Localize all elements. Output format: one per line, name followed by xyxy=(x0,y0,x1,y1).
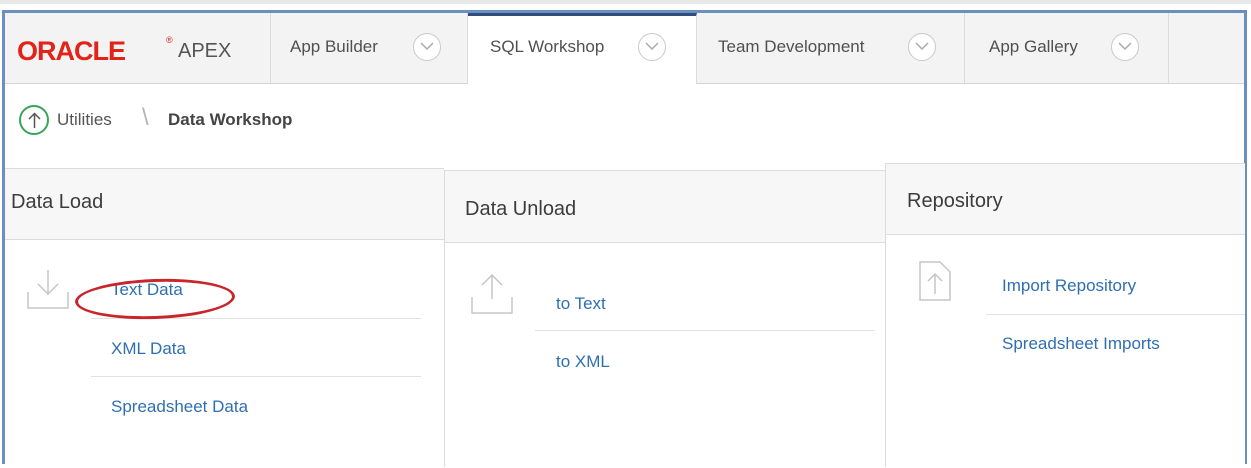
chevron-down-icon[interactable] xyxy=(908,33,936,61)
download-icon xyxy=(26,268,70,315)
tab-team-development-label: Team Development xyxy=(718,37,865,56)
to-xml-link[interactable]: to XML xyxy=(556,352,610,372)
chevron-down-icon[interactable] xyxy=(1111,33,1139,61)
row-divider xyxy=(91,376,421,377)
logo-registered-mark: ® xyxy=(166,35,173,45)
top-edge xyxy=(0,0,1251,4)
breadcrumb-current: Data Workshop xyxy=(168,110,293,129)
breadcrumb-separator: \ xyxy=(142,104,149,131)
tab-app-gallery-label: App Gallery xyxy=(989,37,1078,56)
spreadsheet-data-link[interactable]: Spreadsheet Data xyxy=(111,397,248,417)
chevron-down-icon[interactable] xyxy=(413,33,441,61)
logo-apex-text: APEX xyxy=(178,40,232,62)
tab-sql-workshop[interactable]: SQL Workshop xyxy=(468,13,697,84)
data-unload-region: Data Unload to Text to XML xyxy=(445,170,885,464)
breadcrumb: Utilities \ Data Workshop xyxy=(5,84,1244,164)
data-unload-header: Data Unload xyxy=(445,170,885,243)
data-load-title: Data Load xyxy=(11,191,104,213)
upload-icon xyxy=(470,273,514,320)
data-load-header: Data Load xyxy=(5,168,444,240)
tab-team-development[interactable]: Team Development xyxy=(697,13,965,83)
oracle-apex-logo[interactable]: ORACLE ® APEX xyxy=(5,13,271,83)
top-navigation: ORACLE ® APEX App Builder SQL Workshop T… xyxy=(5,13,1244,84)
repository-header: Repository xyxy=(886,163,1245,235)
breadcrumb-utilities-link[interactable]: Utilities xyxy=(57,110,112,130)
data-load-region: Data Load Text Data XML Data Spreadsheet… xyxy=(5,168,444,464)
xml-data-link[interactable]: XML Data xyxy=(111,339,186,359)
import-repository-link[interactable]: Import Repository xyxy=(1002,276,1136,296)
data-unload-title: Data Unload xyxy=(465,198,577,220)
chevron-down-icon[interactable] xyxy=(638,33,666,61)
logo-oracle-text: ORACLE xyxy=(17,36,126,66)
spreadsheet-imports-link[interactable]: Spreadsheet Imports xyxy=(1002,334,1160,354)
to-text-link[interactable]: to Text xyxy=(556,294,606,314)
repository-title: Repository xyxy=(907,190,1003,212)
app-window: ORACLE ® APEX App Builder SQL Workshop T… xyxy=(2,10,1247,467)
import-file-icon xyxy=(918,260,952,307)
tab-sql-workshop-label: SQL Workshop xyxy=(490,37,605,56)
row-divider xyxy=(535,330,875,331)
tab-app-gallery[interactable]: App Gallery xyxy=(965,13,1169,83)
row-divider xyxy=(986,314,1245,315)
repository-region: Repository Import Repository Spreadsheet… xyxy=(886,163,1245,464)
tab-app-builder[interactable]: App Builder xyxy=(270,13,468,83)
arrow-up-icon[interactable] xyxy=(19,105,49,135)
tab-app-builder-label: App Builder xyxy=(290,37,378,56)
